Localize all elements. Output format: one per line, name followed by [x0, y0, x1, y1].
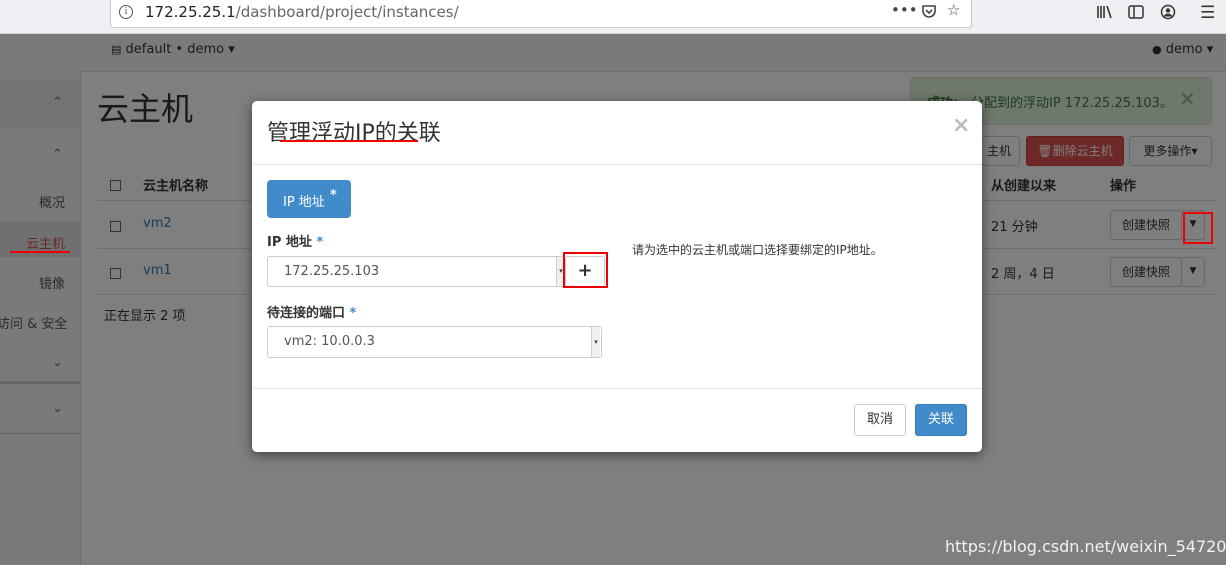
watermark: https://blog.csdn.net/weixin_54720351: [945, 537, 1226, 556]
select-arrow-icon: ▾: [591, 327, 600, 357]
sidebar-toggle-icon[interactable]: [1128, 4, 1144, 24]
annotation-underline: [280, 140, 418, 142]
dialog-footer-divider: [252, 388, 982, 389]
tab-ip-address[interactable]: IP 地址 *: [267, 180, 351, 218]
browser-toolbar: i 172.25.25.1/dashboard/project/instance…: [0, 0, 1226, 34]
ip-address-label: IP 地址 *: [267, 231, 323, 250]
tab-ip-address-label: IP 地址: [283, 195, 325, 210]
url-bar[interactable]: i 172.25.25.1/dashboard/project/instance…: [110, 0, 972, 28]
account-icon[interactable]: [1160, 4, 1176, 24]
library-icon[interactable]: [1096, 4, 1114, 24]
port-label-text: 待连接的端口: [267, 306, 346, 321]
annotation-box: [563, 252, 608, 288]
site-info-icon[interactable]: i: [119, 5, 133, 19]
pocket-icon[interactable]: [921, 3, 937, 23]
page-actions-icon[interactable]: •••: [891, 1, 918, 19]
ip-address-select[interactable]: 172.25.25.103 ▾: [267, 256, 565, 287]
ip-address-value: 172.25.25.103: [284, 264, 380, 279]
port-value: vm2: 10.0.0.3: [284, 334, 375, 349]
bookmark-star-icon[interactable]: ☆: [947, 1, 960, 19]
close-icon[interactable]: ×: [952, 113, 970, 138]
ip-address-label-text: IP 地址: [267, 235, 312, 250]
dialog-header-divider: [252, 164, 982, 165]
associate-floating-ip-dialog: 管理浮动IP的关联 × IP 地址 * IP 地址 * 172.25.25.10…: [252, 101, 982, 452]
url-host: 172.25.25.1: [145, 3, 236, 21]
annotation-box: [1183, 212, 1213, 244]
required-mark: *: [316, 235, 324, 250]
cancel-button[interactable]: 取消: [854, 404, 906, 436]
url-path: /dashboard/project/instances/: [235, 3, 459, 21]
menu-icon[interactable]: ☰: [1200, 3, 1215, 23]
required-mark: *: [330, 188, 337, 203]
associate-button[interactable]: 关联: [915, 404, 967, 436]
dialog-title: 管理浮动IP的关联: [267, 121, 441, 146]
required-mark: *: [349, 306, 357, 321]
port-select[interactable]: vm2: 10.0.0.3 ▾: [267, 326, 602, 358]
port-label: 待连接的端口 *: [267, 302, 356, 321]
annotation-underline: [10, 251, 70, 253]
help-text: 请为选中的云主机或端口选择要绑定的IP地址。: [632, 243, 883, 257]
url-text[interactable]: 172.25.25.1/dashboard/project/instances/: [145, 3, 459, 21]
